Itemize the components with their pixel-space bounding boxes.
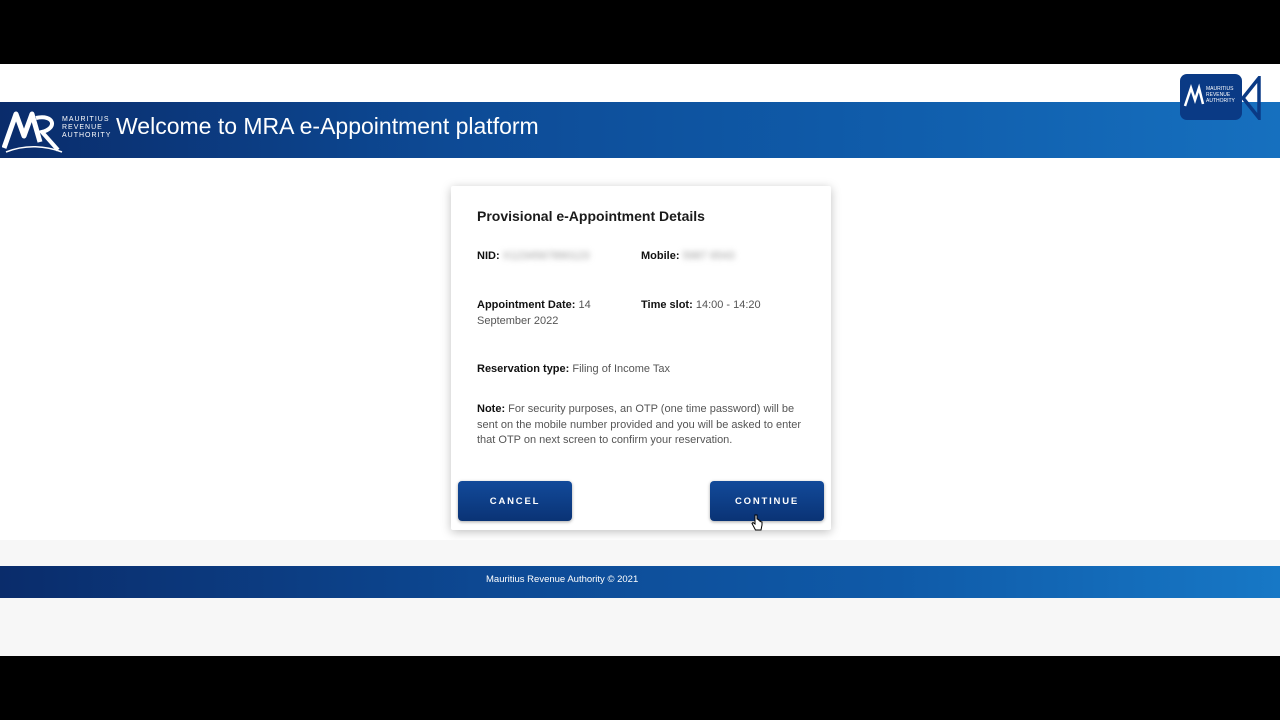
mra-logo-icon: MAURITIUS REVENUE AUTHORITY xyxy=(1,106,112,154)
footer-bar: Mauritius Revenue Authority © 2021 xyxy=(0,566,1280,598)
mra-badge-icon: MAURITIUS REVENUE AUTHORITY xyxy=(1180,74,1262,120)
appointment-date-label: Appointment Date: xyxy=(477,299,576,311)
logo-lockup-text: MAURITIUS REVENUE AUTHORITY xyxy=(62,116,111,140)
page-title: Welcome to MRA e-Appointment platform xyxy=(116,113,539,139)
badge-tile: MAURITIUS REVENUE AUTHORITY xyxy=(1180,74,1242,120)
time-slot-value: 14:00 - 14:20 xyxy=(695,299,761,311)
card-title: Provisional e-Appointment Details xyxy=(477,208,705,224)
nid-value: X1234567890123 xyxy=(502,250,590,262)
badge-line: AUTHORITY xyxy=(1206,98,1235,104)
mobile-value: 5987 6543 xyxy=(682,250,735,262)
reservation-type-value: Filing of Income Tax xyxy=(572,363,670,375)
security-note: Note: For security purposes, an OTP (one… xyxy=(477,402,813,449)
hand-cursor-icon xyxy=(751,514,763,531)
badge-chevron-icon xyxy=(1240,76,1261,120)
browser-viewport: MAURITIUS REVENUE AUTHORITY Welcome to M… xyxy=(0,64,1280,656)
page-bottom xyxy=(0,540,1280,656)
header-bar: MAURITIUS REVENUE AUTHORITY Welcome to M… xyxy=(0,102,1280,158)
appointment-details-card: Provisional e-Appointment Details NID: X… xyxy=(451,186,831,531)
reservation-type-field: Reservation type: Filing of Income Tax xyxy=(477,361,807,377)
mobile-field: Mobile: 5987 6543 xyxy=(641,248,811,264)
cancel-button[interactable]: CANCEL xyxy=(458,481,572,521)
nid-field: NID: X1234567890123 xyxy=(477,248,627,264)
logo-line: REVENUE xyxy=(62,124,103,131)
time-slot-label: Time slot: xyxy=(641,299,693,311)
note-text: For security purposes, an OTP (one time … xyxy=(477,403,802,446)
reservation-type-label: Reservation type: xyxy=(477,363,570,375)
logo-line: AUTHORITY xyxy=(62,132,112,139)
logo-line: MAURITIUS xyxy=(62,116,110,123)
time-slot-field: Time slot: 14:00 - 14:20 xyxy=(641,297,811,313)
note-label: Note: xyxy=(477,403,506,415)
footer-copyright: Mauritius Revenue Authority © 2021 xyxy=(486,574,639,585)
continue-button[interactable]: CONTINUE xyxy=(710,481,824,521)
badge-lockup-text: MAURITIUS REVENUE AUTHORITY xyxy=(1206,86,1235,104)
nid-label: NID: xyxy=(477,250,500,262)
appointment-date-field: Appointment Date: 14 September 2022 xyxy=(477,297,617,329)
mobile-label: Mobile: xyxy=(641,250,680,262)
